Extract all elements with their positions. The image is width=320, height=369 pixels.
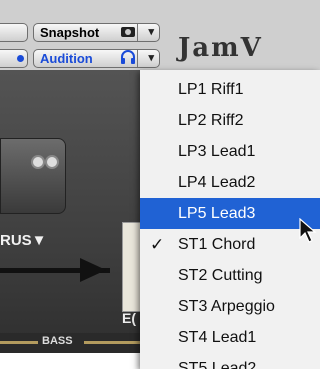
headphones-icon	[120, 49, 136, 69]
menu-item-label: ST2 Cutting	[178, 267, 263, 284]
bass-label: BASS	[42, 335, 73, 347]
divider	[137, 24, 138, 41]
bass-divider	[0, 341, 38, 344]
menu-item-lp2-riff2[interactable]: LP2 Riff2	[140, 105, 320, 136]
camera-icon	[121, 27, 135, 37]
amp-panel	[0, 70, 140, 369]
checkmark-icon: ✓	[150, 235, 165, 254]
menu-item-label: ST1 Chord	[178, 236, 256, 253]
menu-item-lp1-riff1[interactable]: LP1 Riff1	[140, 74, 320, 105]
menu-item-label: LP5 Lead3	[178, 205, 256, 222]
menu-item-label: ST4 Lead1	[178, 329, 257, 346]
menu-item-st4-lead1[interactable]: ST4 Lead1	[140, 322, 320, 353]
signal-arrow-icon	[80, 258, 106, 282]
pedal-knob[interactable]	[45, 155, 59, 169]
eq-module[interactable]	[122, 222, 142, 312]
menu-item-st2-cutting[interactable]: ST2 Cutting	[140, 260, 320, 291]
menu-item-label: LP4 Lead2	[178, 174, 256, 191]
eq-label: E(	[122, 310, 136, 326]
app-window: Snapshot ▾ Audition ▾ JamV RUS▼ E( BASS …	[0, 0, 320, 369]
cursor-arrow-icon	[299, 218, 317, 243]
menu-item-label: ST3 Arpeggio	[178, 298, 275, 315]
chevron-down-icon[interactable]: ▾	[148, 50, 154, 67]
menu-item-lp5-lead3[interactable]: LP5 Lead3	[140, 198, 320, 229]
menu-item-lp4-lead2[interactable]: LP4 Lead2	[140, 167, 320, 198]
blue-dot-icon	[17, 55, 24, 62]
snapshot-label: Snapshot	[40, 25, 100, 40]
audition-label: Audition	[40, 51, 93, 66]
menu-item-st1-chord[interactable]: ✓ ST1 Chord	[140, 229, 320, 260]
chorus-label[interactable]: RUS▼	[0, 232, 47, 249]
pedal-knob[interactable]	[31, 155, 45, 169]
divider	[137, 50, 138, 67]
menu-item-lp3-lead1[interactable]: LP3 Lead1	[140, 136, 320, 167]
chorus-pedal[interactable]	[0, 138, 66, 214]
menu-item-label: ST5 Lead2	[178, 360, 257, 369]
left-toolbar-button[interactable]	[0, 23, 28, 42]
menu-item-label: LP2 Riff2	[178, 112, 244, 129]
left-toolbar-button-2[interactable]	[0, 49, 28, 68]
menu-item-st5-lead2[interactable]: ST5 Lead2	[140, 353, 320, 369]
preset-dropdown-menu: LP1 Riff1 LP2 Riff2 LP3 Lead1 LP4 Lead2 …	[140, 70, 320, 369]
chevron-down-icon[interactable]: ▾	[148, 24, 154, 41]
menu-item-st3-arpeggio[interactable]: ST3 Arpeggio	[140, 291, 320, 322]
app-logo: JamV	[178, 33, 263, 63]
menu-item-label: LP3 Lead1	[178, 143, 256, 160]
menu-item-label: LP1 Riff1	[178, 81, 244, 98]
audition-button[interactable]: Audition ▾	[33, 49, 160, 68]
snapshot-button[interactable]: Snapshot ▾	[33, 23, 160, 42]
bass-divider	[84, 341, 140, 344]
